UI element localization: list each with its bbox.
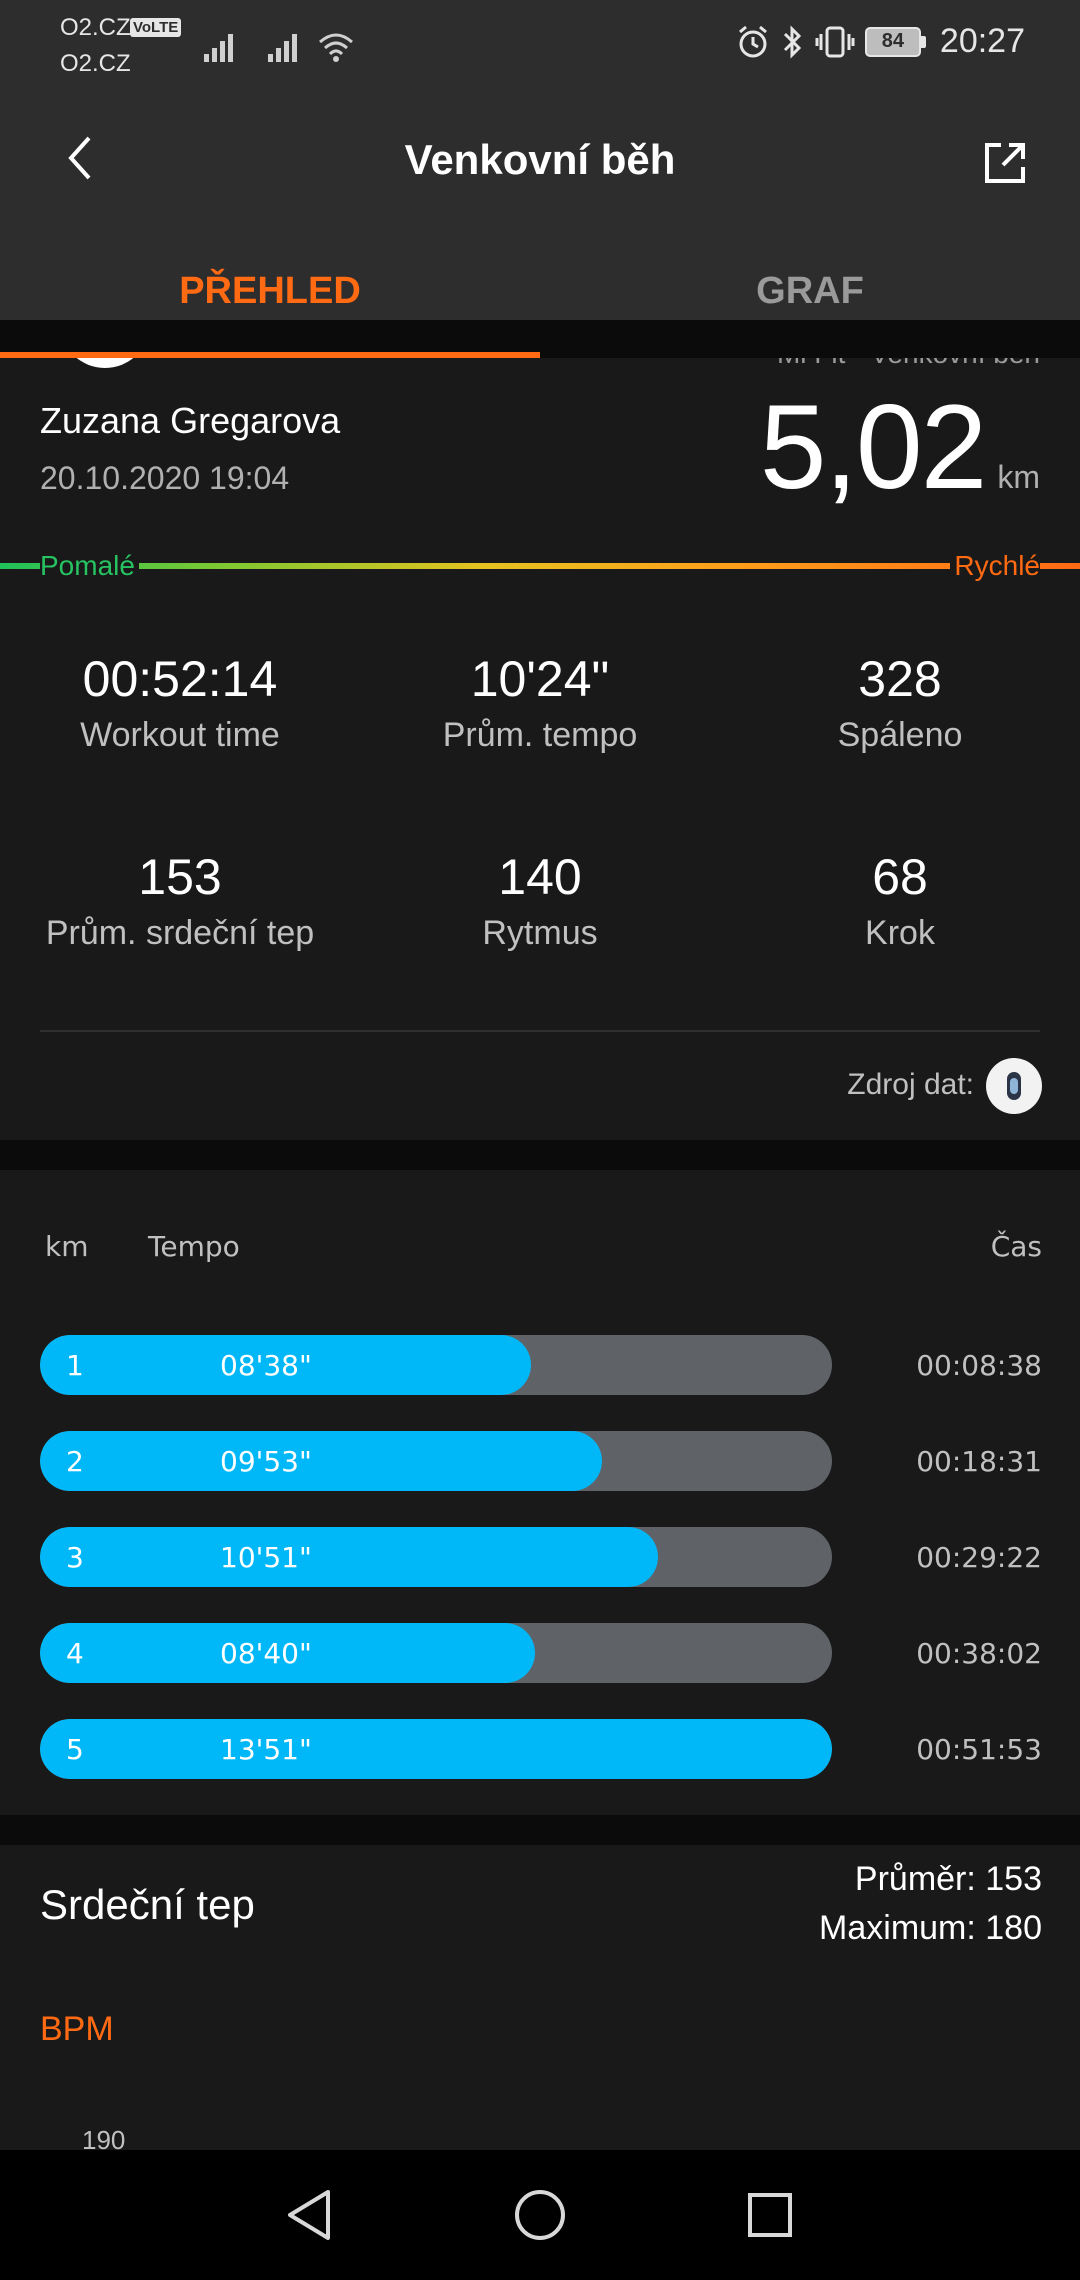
volte-badge: VoLTE (130, 18, 182, 37)
heart-rate-title: Srdeční tep (40, 1881, 255, 1928)
stat-value: 10'24" (470, 651, 610, 707)
split-pace: 13'51" (220, 1733, 312, 1766)
bluetooth-icon (783, 24, 802, 59)
split-time: 00:18:31 (916, 1445, 1042, 1478)
nav-home-icon (515, 2190, 565, 2240)
share-icon (985, 143, 1025, 183)
split-bar-fill (40, 1527, 658, 1587)
stat-avg-pace: 10'24" Prům. tempo (360, 650, 720, 755)
vibrate-icon (815, 26, 855, 57)
nav-recent-button[interactable] (735, 2185, 805, 2245)
nav-back-icon (288, 2190, 330, 2240)
split-bar-track (40, 1527, 832, 1587)
split-km: 5 (66, 1733, 84, 1766)
stat-label: Workout time (80, 716, 280, 754)
split-bar-fill (40, 1431, 603, 1491)
stat-value: 140 (498, 849, 582, 905)
pace-fast-label: Rychlé (950, 550, 1040, 582)
split-row: 5 13'51" 00:51:53 (0, 1719, 1080, 1779)
stat-value: 153 (138, 849, 222, 905)
band-icon[interactable] (986, 1058, 1042, 1114)
split-bar-track (40, 1719, 832, 1779)
split-pace: 09'53" (220, 1445, 312, 1478)
split-bar-track (40, 1431, 832, 1491)
stat-value: 328 (858, 651, 942, 707)
stat-avg-heart-rate: 153 Prům. srdeční tep (0, 848, 360, 953)
page-title: Venkovní běh (404, 136, 676, 183)
distance-value: 5,02 (759, 380, 988, 514)
split-km: 4 (66, 1637, 84, 1670)
stat-label: Prům. srdeční tep (45, 914, 315, 952)
split-row: 1 08'38" 00:08:38 (0, 1335, 1080, 1395)
workout-summary: Mi Fit · Venkovní běh Zuzana Gregarova 2… (0, 358, 1080, 1140)
wifi-icon (319, 33, 353, 62)
pace-gradient-bar (0, 563, 1080, 569)
split-time: 00:51:53 (916, 1733, 1042, 1766)
stat-label: Prům. tempo (442, 716, 638, 754)
status-bar: O2.CZ VoLTE O2.CZ 84 20:27 (0, 0, 1080, 100)
share-button[interactable] (970, 128, 1040, 198)
pace-slow-label: Pomalé (40, 550, 139, 582)
carrier-1: O2.CZ (60, 14, 131, 41)
heart-rate-section: Srdeční tep Průměr: 153 Maximum: 180 BPM… (0, 1845, 1080, 2155)
split-pace: 08'40" (220, 1637, 312, 1670)
heart-rate-unit: BPM (40, 2010, 114, 2048)
avatar (60, 358, 150, 368)
divider (40, 1030, 1040, 1032)
split-bar-track (40, 1623, 832, 1683)
alarm-icon (738, 25, 767, 57)
data-source-label: Zdroj dat: (847, 1068, 974, 1101)
stat-calories: 328 Spáleno (720, 650, 1080, 755)
distance-unit: km (997, 459, 1040, 495)
user-name: Zuzana Gregarova (40, 400, 341, 441)
split-pace: 10'51" (220, 1541, 312, 1574)
split-bar-track (40, 1335, 832, 1395)
stat-label: Spáleno (837, 716, 963, 754)
stat-workout-time: 00:52:14 Workout time (0, 650, 360, 755)
distance: 5,02 km (760, 378, 1040, 516)
split-pace: 08'38" (220, 1349, 312, 1382)
km-splits: km Tempo Čas 1 08'38" 00:08:38 2 09'53" … (0, 1170, 1080, 1815)
stat-value: 68 (872, 849, 928, 905)
split-time: 00:29:22 (916, 1541, 1042, 1574)
battery-level: 84 (864, 26, 921, 57)
system-nav-bar (0, 2150, 1080, 2280)
nav-recent-icon (748, 2193, 792, 2237)
tab-graph[interactable]: GRAF (540, 270, 1080, 313)
nav-back-button[interactable] (275, 2185, 345, 2245)
signal-icon (204, 34, 233, 62)
clock: 20:27 (939, 22, 1025, 60)
split-row: 2 09'53" 00:18:31 (0, 1431, 1080, 1491)
nav-home-button[interactable] (505, 2185, 575, 2245)
heart-rate-average: Průměr: 153 (854, 1860, 1042, 1898)
split-km: 3 (66, 1541, 84, 1574)
splits-header-km: km (45, 1230, 89, 1263)
splits-header-tempo: Tempo (148, 1230, 240, 1263)
workout-date: 20.10.2020 19:04 (40, 460, 290, 496)
heart-rate-maximum: Maximum: 180 (819, 1909, 1042, 1947)
carrier-2: O2.CZ (60, 50, 131, 77)
tab-overview[interactable]: PŘEHLED (0, 270, 540, 313)
stat-cadence: 140 Rytmus (360, 848, 720, 953)
signal-icon (268, 34, 297, 62)
split-time: 00:08:38 (916, 1349, 1042, 1382)
split-km: 2 (66, 1445, 84, 1478)
splits-header-time: Čas (990, 1230, 1042, 1263)
split-bar-fill (40, 1719, 832, 1779)
stat-label: Rytmus (482, 914, 598, 952)
app-bar: Venkovní běh PŘEHLED GRAF (0, 100, 1080, 320)
workout-source-title: Mi Fit · Venkovní běh (777, 358, 1040, 370)
split-time: 00:38:02 (916, 1637, 1042, 1670)
split-row: 4 08'40" 00:38:02 (0, 1623, 1080, 1683)
stat-value: 00:52:14 (82, 651, 278, 707)
split-row: 3 10'51" 00:29:22 (0, 1527, 1080, 1587)
split-km: 1 (66, 1349, 84, 1382)
battery-icon: 84 (864, 26, 926, 57)
stat-stride: 68 Krok (720, 848, 1080, 953)
stat-label: Krok (865, 914, 935, 952)
